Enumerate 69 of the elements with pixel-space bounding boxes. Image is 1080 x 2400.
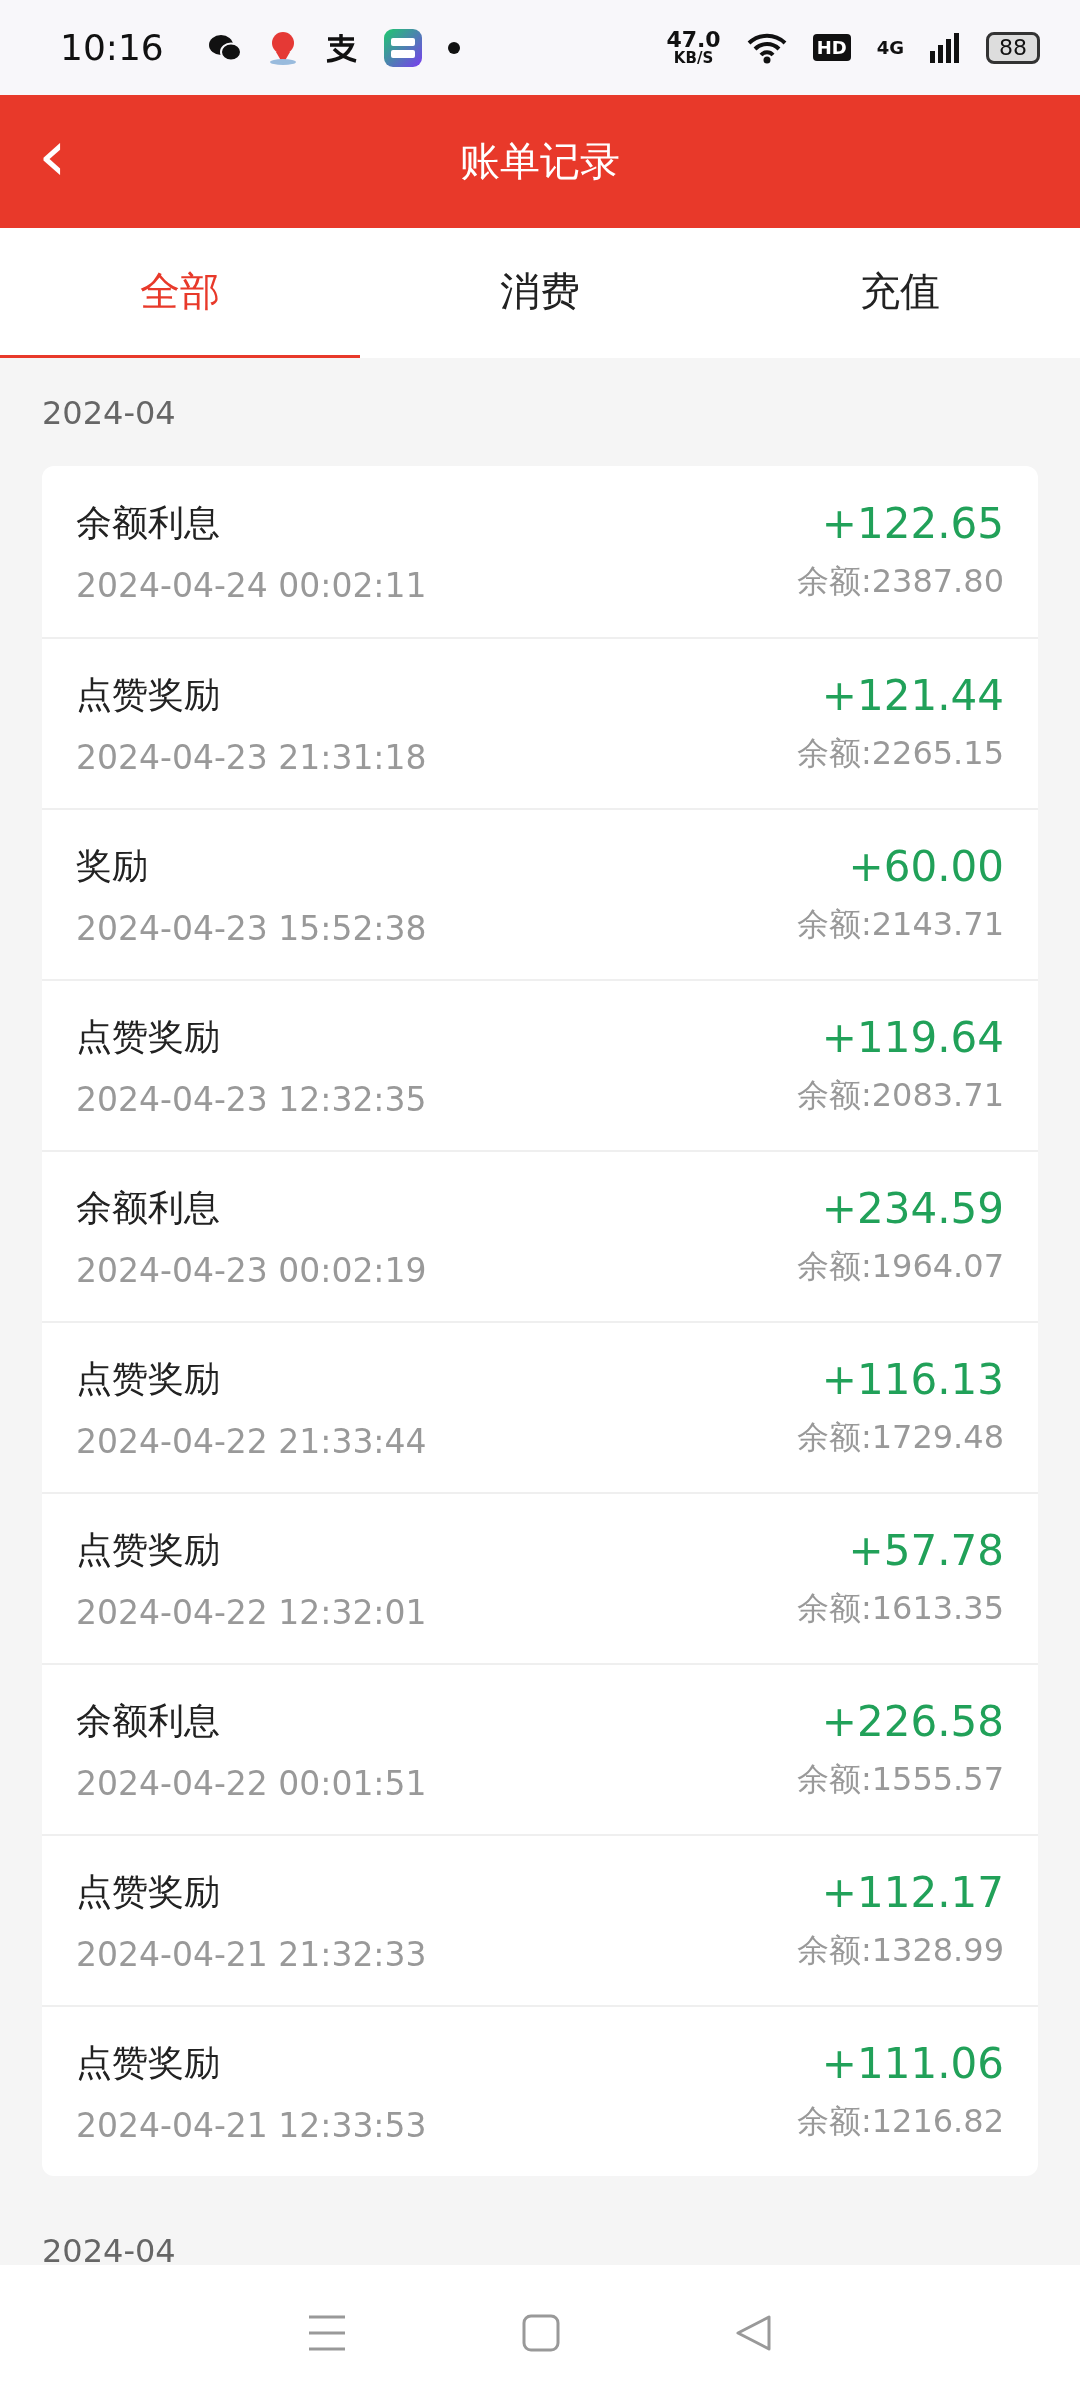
video-app-icon [383, 28, 422, 67]
record-amount: +119.64 [821, 1013, 1004, 1062]
status-time: 10:16 [60, 27, 164, 68]
record-balance: 余额:2387.80 [796, 561, 1004, 602]
record-title: 余额利息 [76, 500, 221, 545]
record-time: 2024-04-22 12:32:01 [76, 1592, 428, 1632]
net-speed-unit: KB/S [673, 51, 714, 66]
hd-badge: HD [812, 34, 851, 61]
record-row[interactable]: 点赞奖励 2024-04-21 21:32:33 +112.17 余额:1328.99 [42, 1834, 1038, 2005]
record-title: 点赞奖励 [76, 1356, 221, 1401]
record-balance: 余额:1964.07 [796, 1246, 1004, 1287]
back-nav-icon[interactable] [734, 2313, 773, 2352]
record-row[interactable]: 点赞奖励 2024-04-22 21:33:44 +116.13 余额:1729.48 [42, 1321, 1038, 1492]
record-time: 2024-04-23 00:02:19 [76, 1250, 428, 1290]
network-type: 4G [876, 37, 904, 58]
record-time: 2024-04-23 21:31:18 [76, 737, 428, 777]
record-amount: +111.06 [821, 2039, 1004, 2088]
record-time: 2024-04-23 15:52:38 [76, 908, 428, 948]
record-row[interactable]: 点赞奖励 2024-04-23 12:32:35 +119.64 余额:2083.71 [42, 979, 1038, 1150]
record-row[interactable]: 余额利息 2024-04-24 00:02:11 +122.65 余额:2387.80 [42, 466, 1038, 637]
record-row[interactable]: 点赞奖励 2024-04-23 21:31:18 +121.44 余额:2265.15 [42, 637, 1038, 808]
back-button[interactable]: ‹ [28, 125, 77, 185]
menu-icon[interactable] [307, 2314, 348, 2351]
record-row[interactable]: 奖励 2024-04-23 15:52:38 +60.00 余额:2143.71 [42, 808, 1038, 979]
record-time: 2024-04-22 21:33:44 [76, 1421, 428, 1461]
notification-dot-icon [447, 41, 460, 54]
home-icon[interactable] [522, 2313, 560, 2352]
record-time: 2024-04-22 00:01:51 [76, 1763, 428, 1803]
record-balance: 余额:1613.35 [796, 1588, 1004, 1629]
record-balance: 余额:1555.57 [796, 1759, 1004, 1800]
record-time: 2024-04-21 21:32:33 [76, 1934, 428, 1974]
record-amount: +112.17 [821, 1868, 1004, 1917]
record-balance: 余额:1216.82 [796, 2101, 1004, 2142]
month-label: 2024-04 [41, 393, 177, 434]
map-pin-icon [267, 29, 298, 66]
record-amount: +116.13 [821, 1355, 1004, 1404]
record-amount: +60.00 [848, 842, 1004, 891]
chat-icon [207, 32, 242, 63]
record-balance: 余额:2083.71 [796, 1075, 1004, 1116]
record-time: 2024-04-24 00:02:11 [76, 565, 428, 605]
signal-icon [930, 32, 960, 63]
record-balance: 余额:2143.71 [796, 904, 1004, 945]
record-title: 点赞奖励 [76, 1869, 221, 1914]
record-title: 余额利息 [76, 1698, 221, 1743]
wifi-icon [746, 31, 787, 64]
record-amount: +226.58 [821, 1697, 1004, 1746]
record-row[interactable]: 点赞奖励 2024-04-21 12:33:53 +111.06 余额:1216.82 [42, 2005, 1038, 2176]
record-title: 点赞奖励 [76, 1527, 221, 1572]
page-title: 账单记录 [460, 137, 620, 186]
record-time: 2024-04-23 12:32:35 [76, 1079, 428, 1119]
record-title: 点赞奖励 [76, 1014, 221, 1059]
record-row[interactable]: 点赞奖励 2024-04-22 12:32:01 +57.78 余额:1613.35 [42, 1492, 1038, 1663]
month-label: 2024-04 [41, 2231, 177, 2265]
record-title: 余额利息 [76, 1185, 221, 1230]
record-amount: +57.78 [848, 1526, 1004, 1575]
record-title: 点赞奖励 [76, 2040, 221, 2085]
battery-level: 88 [986, 31, 1040, 64]
record-row[interactable]: 余额利息 2024-04-22 00:01:51 +226.58 余额:1555.57 [42, 1663, 1038, 1834]
record-balance: 余额:1328.99 [796, 1930, 1004, 1971]
record-amount: +234.59 [821, 1184, 1004, 1233]
record-title: 奖励 [76, 843, 149, 888]
net-speed: 47.0 [666, 29, 721, 51]
record-row[interactable]: 余额利息 2024-04-23 00:02:19 +234.59 余额:1964.07 [42, 1150, 1038, 1321]
record-amount: +122.65 [821, 499, 1004, 548]
record-time: 2024-04-21 12:33:53 [76, 2105, 428, 2145]
record-amount: +121.44 [821, 671, 1004, 720]
record-balance: 余额:1729.48 [796, 1417, 1004, 1458]
record-balance: 余额:2265.15 [796, 733, 1004, 774]
record-title: 点赞奖励 [76, 672, 221, 717]
